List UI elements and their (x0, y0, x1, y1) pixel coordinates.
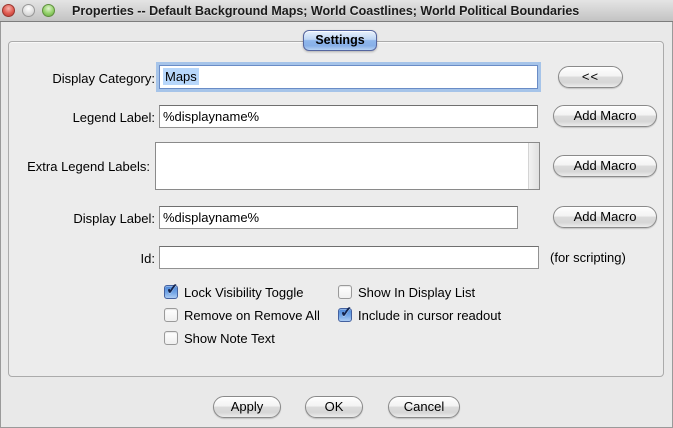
tab-settings[interactable]: Settings (303, 30, 377, 51)
cancel-button[interactable]: Cancel (388, 396, 460, 418)
checkbox-label-show-note-text[interactable]: Show Note Text (184, 331, 275, 346)
legend-label-label: Legend Label: (13, 110, 155, 125)
display-label-label: Display Label: (13, 211, 155, 226)
id-label: Id: (13, 251, 155, 266)
legend-label-field[interactable] (159, 105, 538, 128)
close-icon[interactable] (2, 4, 15, 17)
minimize-icon[interactable] (22, 4, 35, 17)
zoom-icon[interactable] (42, 4, 55, 17)
display-label-field[interactable] (159, 206, 518, 229)
checkmark-icon: ✓ (166, 280, 179, 298)
checkbox-label-show-in-display-list[interactable]: Show In Display List (358, 285, 475, 300)
id-field[interactable] (159, 246, 539, 269)
display-category-label: Display Category: (13, 71, 155, 86)
properties-window: Properties -- Default Background Maps; W… (0, 0, 673, 428)
display-category-field[interactable]: Maps (159, 65, 538, 89)
ok-button[interactable]: OK (305, 396, 363, 418)
scrollbar[interactable] (528, 143, 539, 189)
checkbox-label-lock-visibility-toggle[interactable]: Lock Visibility Toggle (184, 285, 303, 300)
checkbox-include-in-cursor-readout[interactable]: ✓ (338, 308, 352, 322)
extra-legend-labels-textarea[interactable] (155, 142, 540, 190)
checkmark-icon: ✓ (340, 303, 353, 321)
checkbox-label-remove-on-remove-all[interactable]: Remove on Remove All (184, 308, 320, 323)
collapse-button[interactable]: << (558, 66, 623, 88)
window-title: Properties -- Default Background Maps; W… (72, 0, 579, 22)
selected-text: Maps (163, 68, 199, 85)
add-macro-button-legend[interactable]: Add Macro (553, 105, 657, 127)
checkbox-show-note-text[interactable]: ✓ (164, 331, 178, 345)
extra-legend-labels-label: Extra Legend Labels: (6, 159, 150, 174)
checkbox-lock-visibility-toggle[interactable]: ✓ (164, 285, 178, 299)
add-macro-button-display[interactable]: Add Macro (553, 206, 657, 228)
checkbox-label-include-in-cursor-readout[interactable]: Include in cursor readout (358, 308, 501, 323)
checkbox-remove-on-remove-all[interactable]: ✓ (164, 308, 178, 322)
apply-button[interactable]: Apply (213, 396, 281, 418)
checkbox-show-in-display-list[interactable]: ✓ (338, 285, 352, 299)
id-hint: (for scripting) (550, 246, 626, 269)
add-macro-button-extra[interactable]: Add Macro (553, 155, 657, 177)
title-bar[interactable]: Properties -- Default Background Maps; W… (0, 0, 673, 22)
